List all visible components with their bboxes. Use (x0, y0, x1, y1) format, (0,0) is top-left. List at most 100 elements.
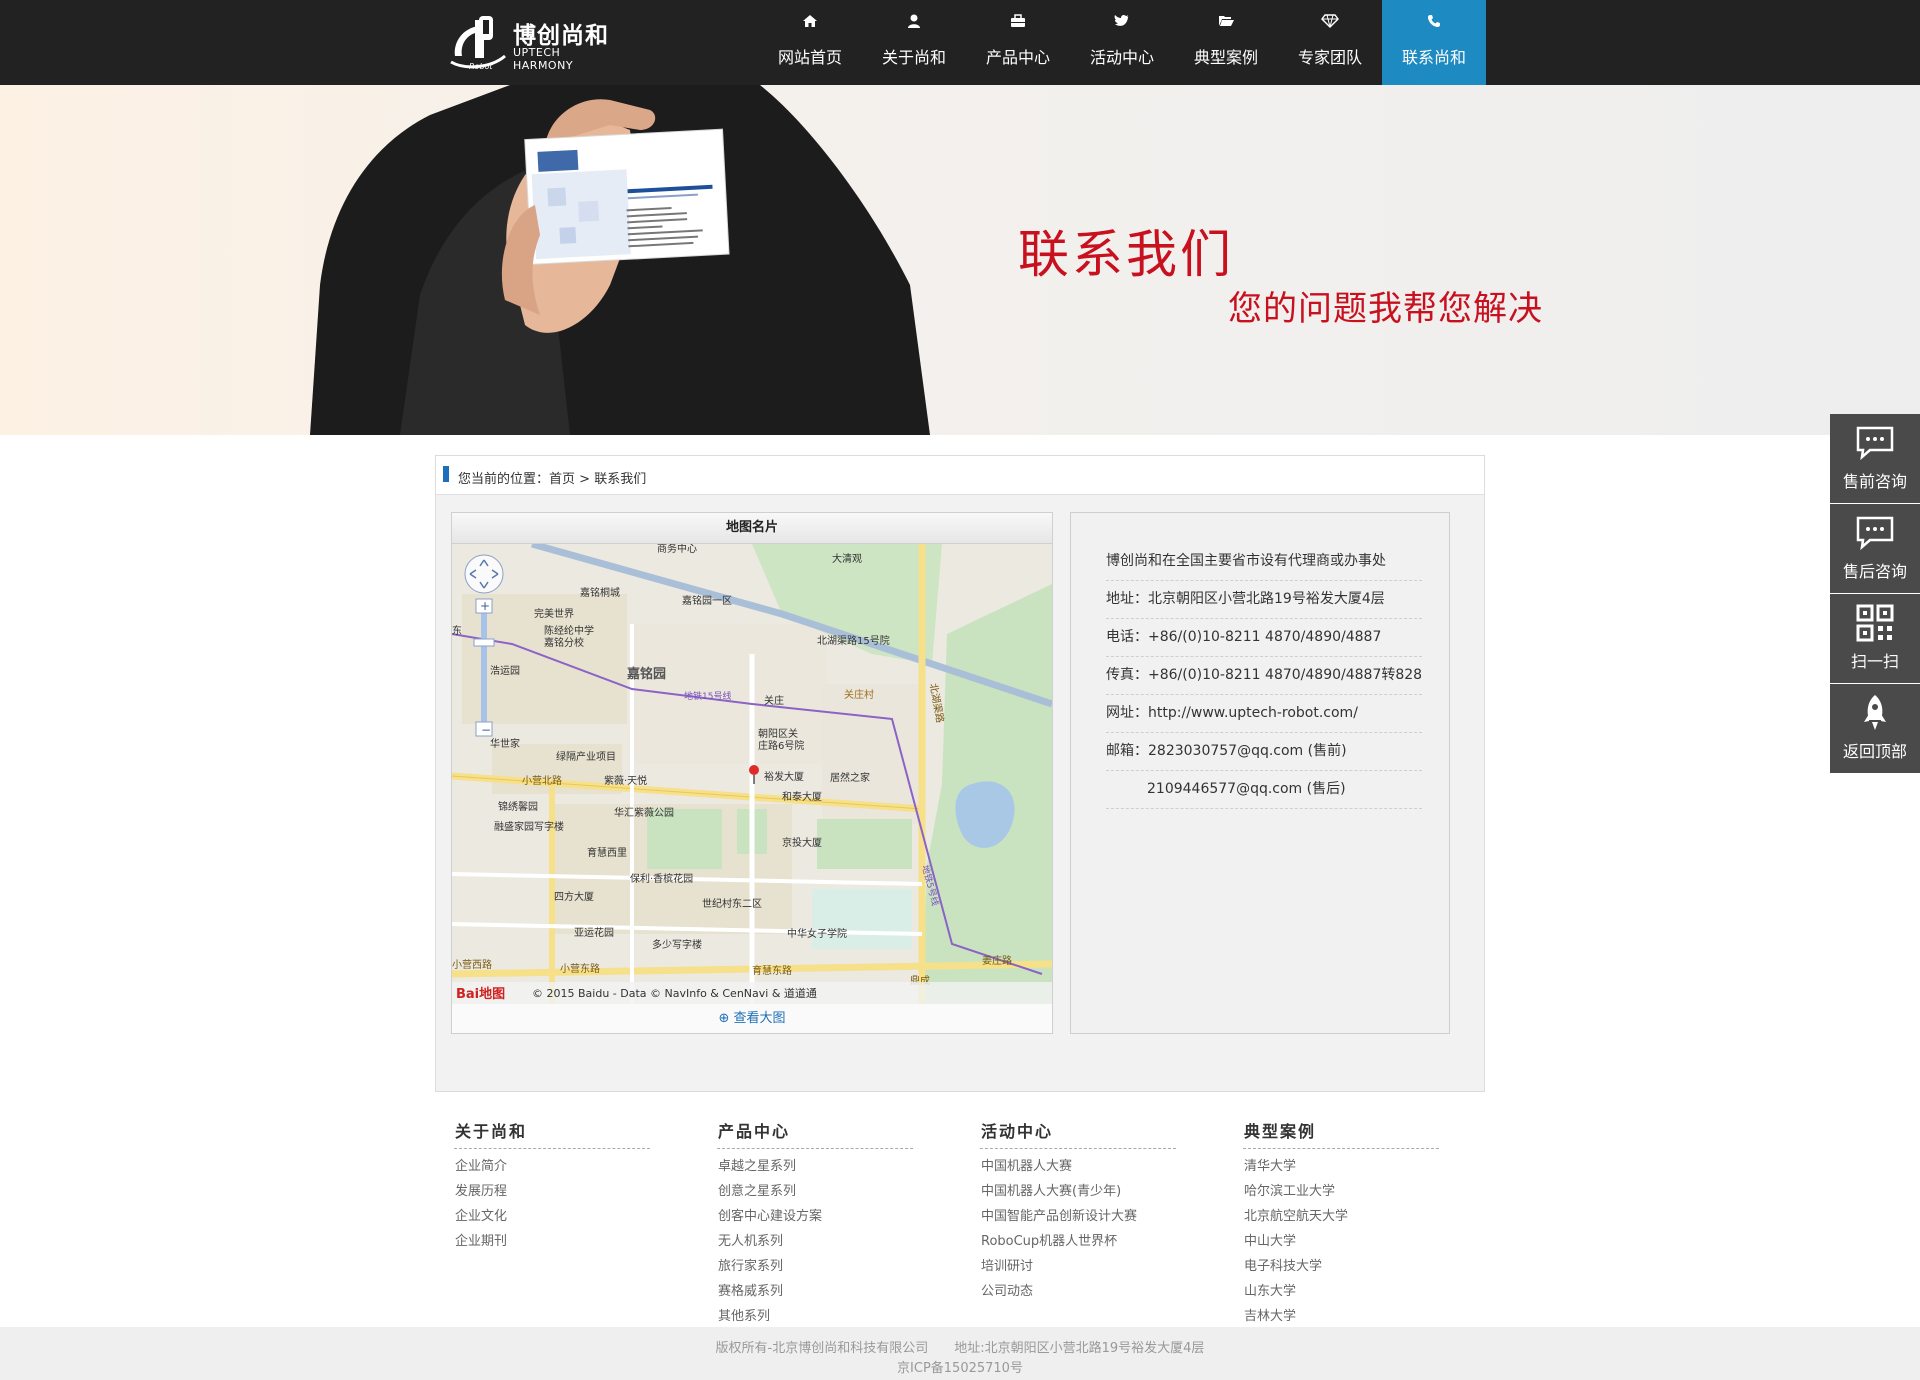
side-float-toolbar: 售前咨询 售后咨询 扫一扫 返回顶部 (1830, 414, 1920, 774)
map-label: 锦绣馨园 (498, 800, 538, 813)
footer-link[interactable]: 北京航空航天大学 (1243, 1204, 1439, 1229)
footer-link[interactable]: 山东大学 (1243, 1279, 1439, 1304)
nav-cases[interactable]: 典型案例 (1174, 0, 1278, 85)
map-label: 嘉铭园一区 (682, 594, 732, 607)
qrcode-icon (1856, 604, 1894, 642)
twitter-icon (1070, 14, 1174, 30)
map-label: 和泰大厦 (782, 790, 822, 803)
footer-link[interactable]: 企业期刊 (454, 1229, 650, 1254)
footer-link[interactable]: 无人机系列 (717, 1229, 913, 1254)
nav-home[interactable]: 网站首页 (758, 0, 862, 85)
nav-label: 产品中心 (985, 48, 1050, 67)
site-logo[interactable]: 博创尚和 UPTECH HARMONY Robot (449, 10, 609, 74)
scan-qrcode-button[interactable]: 扫一扫 (1830, 594, 1920, 683)
nav-label: 关于尚和 (881, 48, 946, 67)
side-label: 返回顶部 (1842, 742, 1907, 761)
map-label: 姜庄路 (982, 954, 1012, 967)
contact-email-aftersales[interactable]: 2109446577@qq.com (售后) (1106, 771, 1422, 809)
presales-consult-button[interactable]: 售前咨询 (1830, 414, 1920, 503)
nav-products[interactable]: 产品中心 (966, 0, 1070, 85)
baidu-map[interactable]: + − 商务中心 大清观 嘉铭桐城 嘉铭园一区 完美世界 陈经纶中学 嘉铭分校 … (452, 544, 1052, 1004)
breadcrumb-text: 您当前的位置：首页 > 联系我们 (458, 468, 646, 487)
footer-link[interactable]: 旅行家系列 (717, 1254, 913, 1279)
map-label: 京投大厦 (782, 836, 822, 849)
map-label: 四方大厦 (554, 890, 594, 903)
footer-link[interactable]: 企业简介 (454, 1154, 650, 1179)
footer-link[interactable]: 创意之星系列 (717, 1179, 913, 1204)
nav-experts[interactable]: 专家团队 (1278, 0, 1382, 85)
rocket-icon (1864, 695, 1886, 730)
map-label: 小营东路 (560, 962, 600, 975)
baidu-logo: Bai地图 (456, 986, 505, 1002)
nav-label: 专家团队 (1297, 48, 1362, 67)
view-large-map-label: 查看大图 (733, 1011, 786, 1026)
map-label: 关庄村 (844, 688, 874, 701)
map-label: 地铁15号线 (684, 690, 731, 702)
footer-link[interactable]: 吉林大学 (1243, 1304, 1439, 1329)
footer-link[interactable]: 中国机器人大赛 (980, 1154, 1176, 1179)
map-label: 世纪村东二区 (702, 897, 762, 910)
zoom-in-icon: ⊕ (718, 1011, 730, 1026)
main-content: 您当前的位置：首页 > 联系我们 地图名片 + − 商务中心 大清观 嘉铭桐城 … (435, 455, 1485, 1092)
footer-link[interactable]: 培训研讨 (980, 1254, 1176, 1279)
map-label: 东 (452, 624, 462, 637)
footer-link[interactable]: 创客中心建设方案 (717, 1204, 913, 1229)
map-label: 小营西路 (452, 958, 492, 971)
home-icon (758, 14, 862, 30)
svg-text:+: + (480, 599, 490, 613)
breadcrumb-current: 联系我们 (594, 472, 647, 487)
breadcrumb-prefix: 您当前的位置： (458, 472, 550, 487)
map-label: 朝阳区关 (758, 727, 798, 740)
map-label: 中华女子学院 (787, 927, 847, 940)
breadcrumb-marker (443, 466, 449, 482)
contact-website[interactable]: 网址：http://www.uptech-robot.com/ (1106, 695, 1422, 733)
map-label: 小营北路 (522, 774, 562, 787)
side-label: 售前咨询 (1842, 472, 1907, 491)
map-copyright: © 2015 Baidu - Data © NavInfo & CenNavi … (532, 986, 817, 1000)
footer-link[interactable]: 中山大学 (1243, 1229, 1439, 1254)
side-label: 售后咨询 (1842, 562, 1907, 581)
view-large-map-link[interactable]: ⊕ 查看大图 (452, 1005, 1052, 1033)
nav-about[interactable]: 关于尚和 (862, 0, 966, 85)
footer-link[interactable]: 发展历程 (454, 1179, 650, 1204)
footer-link[interactable]: 清华大学 (1243, 1154, 1439, 1179)
map-label: 完美世界 (534, 607, 574, 620)
footer-link[interactable]: 其他系列 (717, 1304, 913, 1329)
footer-link[interactable]: 公司动态 (980, 1279, 1176, 1304)
footer-col-products: 产品中心 卓越之星系列 创意之星系列 创客中心建设方案 无人机系列 旅行家系列 … (717, 1118, 913, 1329)
footer-col-title: 活动中心 (980, 1118, 1176, 1149)
footer-link[interactable]: 企业文化 (454, 1204, 650, 1229)
footer-link[interactable]: 卓越之星系列 (717, 1154, 913, 1179)
footer-link[interactable]: 中国机器人大赛(青少年) (980, 1179, 1176, 1204)
map-label: 多少写字楼 (652, 938, 702, 951)
chat-icon (1856, 516, 1894, 551)
aftersales-consult-button[interactable]: 售后咨询 (1830, 504, 1920, 593)
footer-link[interactable]: 中国智能产品创新设计大赛 (980, 1204, 1176, 1229)
map-label: 商务中心 (657, 544, 697, 555)
back-to-top-button[interactable]: 返回顶部 (1830, 684, 1920, 773)
map-label: 关庄 (764, 694, 784, 707)
footer-bottom: 版权所有-北京博创尚和科技有限公司 地址:北京朝阳区小营北路19号裕发大厦4层 … (0, 1327, 1920, 1380)
footer-link[interactable]: 赛格威系列 (717, 1279, 913, 1304)
footer-link[interactable]: 哈尔滨工业大学 (1243, 1179, 1439, 1204)
map-label: 庄路6号院 (758, 739, 804, 752)
map-label: 绿隔产业项目 (556, 750, 616, 763)
nav-contact[interactable]: 联系尚和 (1382, 0, 1486, 85)
footer-link[interactable]: RoboCup机器人世界杯 (980, 1229, 1176, 1254)
map-label: 华汇紫薇公园 (614, 806, 674, 819)
nav-label: 联系尚和 (1401, 48, 1466, 67)
contact-email-presales[interactable]: 邮箱：2823030757@qq.com (售前) (1106, 733, 1422, 771)
breadcrumb: 您当前的位置：首页 > 联系我们 (436, 456, 1484, 495)
chat-icon (1856, 426, 1894, 461)
map-label: 北湖渠路15号院 (817, 634, 890, 647)
footer-icp[interactable]: 京ICP备15025710号 (0, 1357, 1920, 1376)
footer-link[interactable]: 电子科技大学 (1243, 1254, 1439, 1279)
map-label: 裕发大厦 (764, 770, 804, 783)
map-label: 育慧东路 (752, 964, 792, 977)
person-holding-card-image (310, 85, 930, 435)
nav-label: 活动中心 (1089, 48, 1154, 67)
contact-banner: 联系我们 您的问题我帮您解决 (0, 85, 1920, 435)
map-card: 地图名片 + − 商务中心 大清观 嘉铭桐城 嘉铭园一区 完美世界 陈经纶中学 … (451, 512, 1053, 1034)
nav-activities[interactable]: 活动中心 (1070, 0, 1174, 85)
breadcrumb-home-link[interactable]: 首页 (549, 472, 575, 487)
